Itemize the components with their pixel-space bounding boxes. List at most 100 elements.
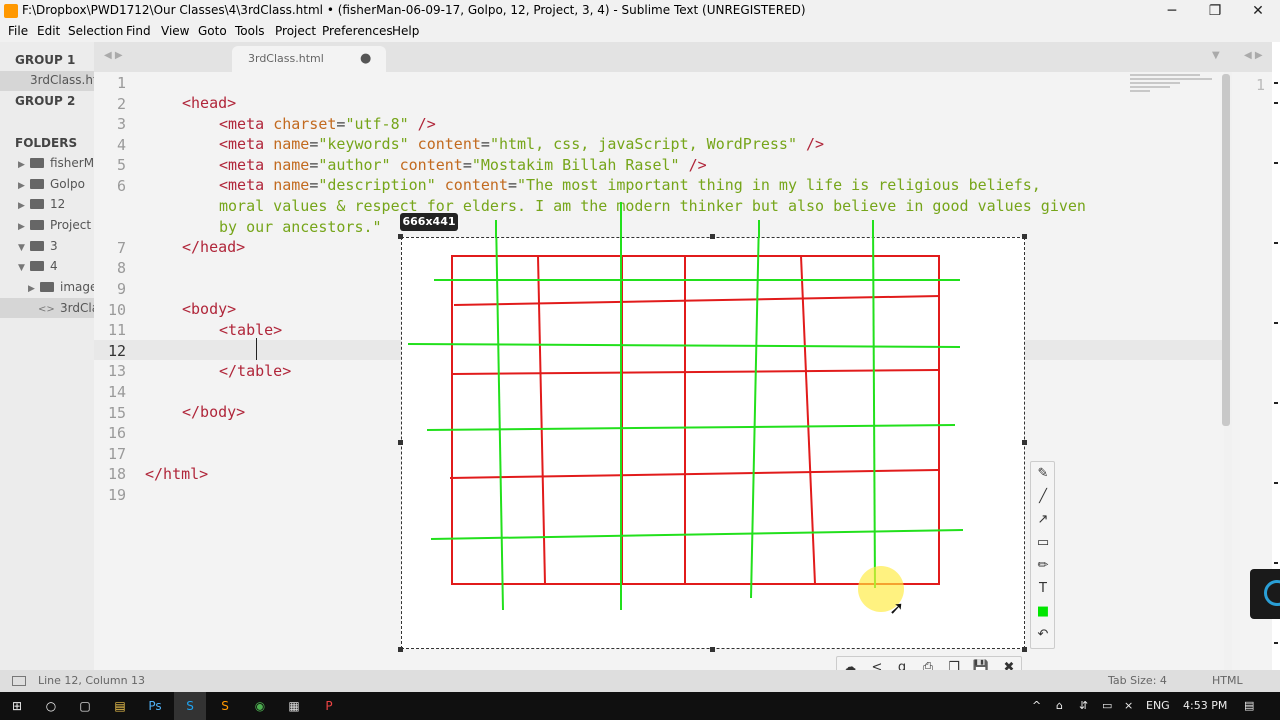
notifications-icon[interactable]: ▤ xyxy=(1244,699,1254,712)
code-line-13: </table> xyxy=(219,362,291,382)
circle-icon xyxy=(1264,580,1280,606)
resize-handle[interactable] xyxy=(1022,647,1027,652)
folder-item-fisherman[interactable]: ▶ fisherMa xyxy=(0,153,94,173)
menu-view[interactable]: View xyxy=(161,24,189,38)
restore-button[interactable]: ❐ xyxy=(1193,0,1237,22)
folder-item-golpo[interactable]: ▶ Golpo xyxy=(0,174,94,194)
menu-preferences[interactable]: Preferences xyxy=(322,24,393,38)
code-token: = xyxy=(309,135,319,153)
menu-help[interactable]: Help xyxy=(392,24,419,38)
folder-item-4[interactable]: ▼ 4 xyxy=(0,256,94,276)
sublime-app-icon xyxy=(4,4,18,18)
color-swatch-icon[interactable]: ■ xyxy=(1035,604,1051,620)
panel-toggle-icon[interactable] xyxy=(12,676,26,686)
collapse-arrow-icon[interactable]: ▼ xyxy=(18,243,30,253)
tab-size[interactable]: Tab Size: 4 xyxy=(1108,674,1167,687)
minimap[interactable] xyxy=(1130,74,1216,114)
line-number: 8 xyxy=(116,259,126,277)
powerpoint-icon[interactable]: P xyxy=(320,698,338,714)
resize-handle[interactable] xyxy=(398,440,403,445)
folder-item-images[interactable]: ▶ images xyxy=(0,277,94,297)
code-line-7: </head> xyxy=(182,238,245,258)
minimize-button[interactable]: ─ xyxy=(1150,0,1194,22)
expand-arrow-icon[interactable]: ▶ xyxy=(18,222,30,232)
file-explorer-icon[interactable]: ▤ xyxy=(111,698,129,714)
selection-size-label: 666x441 xyxy=(400,213,458,231)
expand-arrow-icon[interactable]: ▶ xyxy=(18,201,30,211)
network-icon[interactable]: ⌂ xyxy=(1056,699,1063,712)
resize-handle[interactable] xyxy=(398,234,403,239)
tray-chevron-icon[interactable]: ^ xyxy=(1032,699,1041,712)
language-indicator[interactable]: ENG xyxy=(1146,699,1170,712)
resize-handle[interactable] xyxy=(1022,440,1027,445)
editor-scrollbar[interactable] xyxy=(1222,74,1230,426)
code-token: </table> xyxy=(219,362,292,380)
menu-edit[interactable]: Edit xyxy=(37,24,60,38)
skype-icon[interactable]: S xyxy=(174,692,206,720)
resize-handle[interactable] xyxy=(1022,234,1027,239)
resize-handle[interactable] xyxy=(398,647,403,652)
code-token: moral values & respect for elders. I am … xyxy=(219,197,1086,215)
line-number: 7 xyxy=(116,239,126,257)
pencil-icon[interactable]: ✎ xyxy=(1035,466,1051,482)
folder-label: Project xyxy=(50,218,92,232)
resize-handle[interactable] xyxy=(710,234,715,239)
arrow-icon[interactable]: ↗ xyxy=(1035,512,1051,528)
resize-handle[interactable] xyxy=(710,647,715,652)
floating-widget[interactable] xyxy=(1250,569,1280,619)
notepad-icon[interactable]: ▦ xyxy=(285,698,303,714)
menu-project[interactable]: Project xyxy=(275,24,316,38)
line-number: 2 xyxy=(116,95,126,113)
photoshop-icon[interactable]: Ps xyxy=(146,698,164,714)
rectangle-icon[interactable]: ▭ xyxy=(1035,535,1051,551)
menu-file[interactable]: File xyxy=(8,24,28,38)
tab-nav-arrows-icon[interactable]: ◀ ▶ xyxy=(104,50,123,61)
line-icon[interactable]: ╱ xyxy=(1035,489,1051,505)
folder-icon xyxy=(30,199,44,209)
expand-arrow-icon[interactable]: ▶ xyxy=(28,284,40,294)
screenshot-selection[interactable] xyxy=(401,237,1025,649)
search-icon[interactable]: ○ xyxy=(42,698,60,714)
chrome-icon[interactable]: ◉ xyxy=(251,698,269,714)
code-line-4: <meta name="keywords" content="html, css… xyxy=(219,135,824,155)
open-file-3rdclass[interactable]: 3rdClass.htm xyxy=(0,71,109,91)
menu-find[interactable]: Find xyxy=(126,24,151,38)
windows-start-icon[interactable]: ⊞ xyxy=(8,698,26,714)
syntax-mode[interactable]: HTML xyxy=(1212,674,1243,687)
folder-item-project[interactable]: ▶ Project xyxy=(0,215,94,235)
text-icon[interactable]: T xyxy=(1035,581,1051,597)
tab-3rdclass[interactable]: 3rdClass.html ● xyxy=(232,46,386,72)
sync-icon[interactable]: ⇵ xyxy=(1079,699,1088,712)
close-window-button[interactable]: ✕ xyxy=(1236,0,1280,22)
sublime-text-icon[interactable]: S xyxy=(216,698,234,714)
code-line-11: <table> xyxy=(219,321,282,341)
folder-item-3[interactable]: ▼ 3 xyxy=(0,236,94,256)
marker-icon[interactable]: ✏ xyxy=(1035,558,1051,574)
menu-goto[interactable]: Goto xyxy=(198,24,227,38)
undo-icon[interactable]: ↶ xyxy=(1035,627,1051,643)
code-line-5: <meta name="author" content="Mostakim Bi… xyxy=(219,156,707,176)
green-line xyxy=(426,424,956,431)
line-number: 3 xyxy=(116,115,126,133)
task-view-icon[interactable]: ▢ xyxy=(76,698,94,714)
file-item-3rdclass[interactable]: <> 3rdCla xyxy=(0,298,94,318)
unsaved-dot-icon[interactable]: ● xyxy=(360,51,371,66)
code-token: /> xyxy=(679,156,707,174)
menu-tools[interactable]: Tools xyxy=(235,24,265,38)
menu-selection[interactable]: Selection xyxy=(68,24,123,38)
folder-label: 4 xyxy=(50,259,58,273)
line-number: 13 xyxy=(107,362,126,380)
expand-arrow-icon[interactable]: ▶ xyxy=(18,160,30,170)
line-number: 6 xyxy=(116,177,126,195)
clock[interactable]: 4:53 PM xyxy=(1183,699,1227,712)
volume-muted-icon[interactable]: × xyxy=(1124,699,1133,712)
pane-nav-arrows-icon[interactable]: ◀ ▶ xyxy=(1244,50,1263,61)
drawing-canvas[interactable] xyxy=(402,238,1024,648)
html-file-icon: <> xyxy=(38,304,55,315)
tab-dropdown-icon[interactable]: ▼ xyxy=(1212,50,1220,61)
collapse-arrow-icon[interactable]: ▼ xyxy=(18,263,30,273)
code-area[interactable]: <head> <meta charset="utf-8" /> <meta na… xyxy=(145,72,1086,483)
folder-item-12[interactable]: ▶ 12 xyxy=(0,194,94,214)
battery-icon[interactable]: ▭ xyxy=(1102,699,1112,712)
expand-arrow-icon[interactable]: ▶ xyxy=(18,181,30,191)
